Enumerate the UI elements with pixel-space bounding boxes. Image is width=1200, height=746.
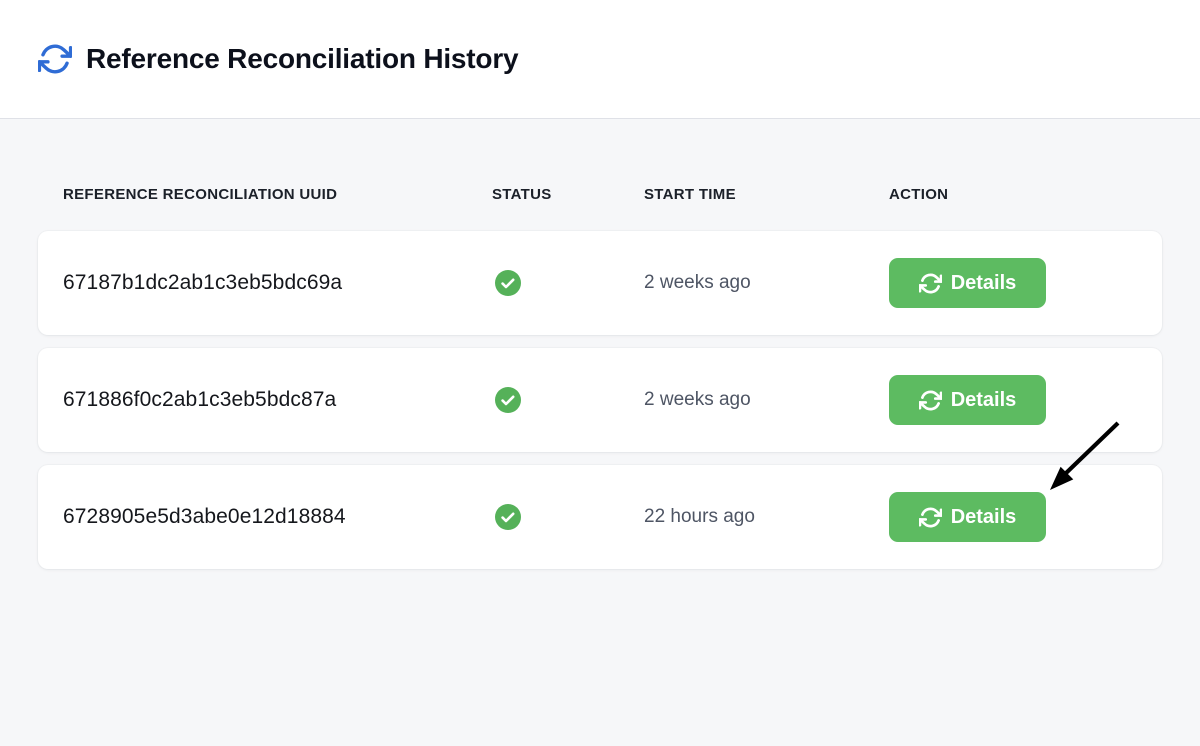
- history-table: REFERENCE RECONCILIATION UUID STATUS STA…: [0, 188, 1200, 569]
- details-button[interactable]: Details: [889, 375, 1046, 425]
- sync-icon: [38, 42, 72, 76]
- refresh-icon: [919, 506, 942, 529]
- check-circle-icon: [495, 270, 521, 296]
- table-row: 67187b1dc2ab1c3eb5bdc69a 2 weeks ago Det…: [38, 231, 1162, 335]
- reconciliation-uuid: 6728905e5d3abe0e12d18884: [63, 505, 492, 529]
- table-header-row: REFERENCE RECONCILIATION UUID STATUS STA…: [38, 188, 1162, 202]
- start-time: 2 weeks ago: [644, 389, 889, 411]
- status-cell: [492, 387, 644, 413]
- refresh-icon: [919, 272, 942, 295]
- reconciliation-uuid: 67187b1dc2ab1c3eb5bdc69a: [63, 271, 492, 295]
- table-row: 6728905e5d3abe0e12d18884 22 hours ago De…: [38, 465, 1162, 569]
- table-row: 671886f0c2ab1c3eb5bdc87a 2 weeks ago Det…: [38, 348, 1162, 452]
- details-button-label: Details: [951, 389, 1017, 412]
- column-header-action: ACTION: [889, 188, 1137, 202]
- details-button-label: Details: [951, 506, 1017, 529]
- action-cell: Details: [889, 258, 1137, 308]
- column-header-status: STATUS: [492, 188, 644, 202]
- table-body: 67187b1dc2ab1c3eb5bdc69a 2 weeks ago Det…: [38, 231, 1162, 569]
- details-button[interactable]: Details: [889, 258, 1046, 308]
- start-time: 2 weeks ago: [644, 272, 889, 294]
- details-button[interactable]: Details: [889, 492, 1046, 542]
- column-header-uuid: REFERENCE RECONCILIATION UUID: [63, 188, 492, 202]
- check-circle-icon: [495, 387, 521, 413]
- column-header-start-time: START TIME: [644, 188, 889, 202]
- start-time: 22 hours ago: [644, 506, 889, 528]
- refresh-icon: [919, 389, 942, 412]
- status-cell: [492, 270, 644, 296]
- page-header: Reference Reconciliation History: [0, 0, 1200, 119]
- reconciliation-uuid: 671886f0c2ab1c3eb5bdc87a: [63, 388, 492, 412]
- page-title: Reference Reconciliation History: [86, 43, 518, 75]
- details-button-label: Details: [951, 272, 1017, 295]
- action-cell: Details: [889, 492, 1137, 542]
- status-cell: [492, 504, 644, 530]
- check-circle-icon: [495, 504, 521, 530]
- action-cell: Details: [889, 375, 1137, 425]
